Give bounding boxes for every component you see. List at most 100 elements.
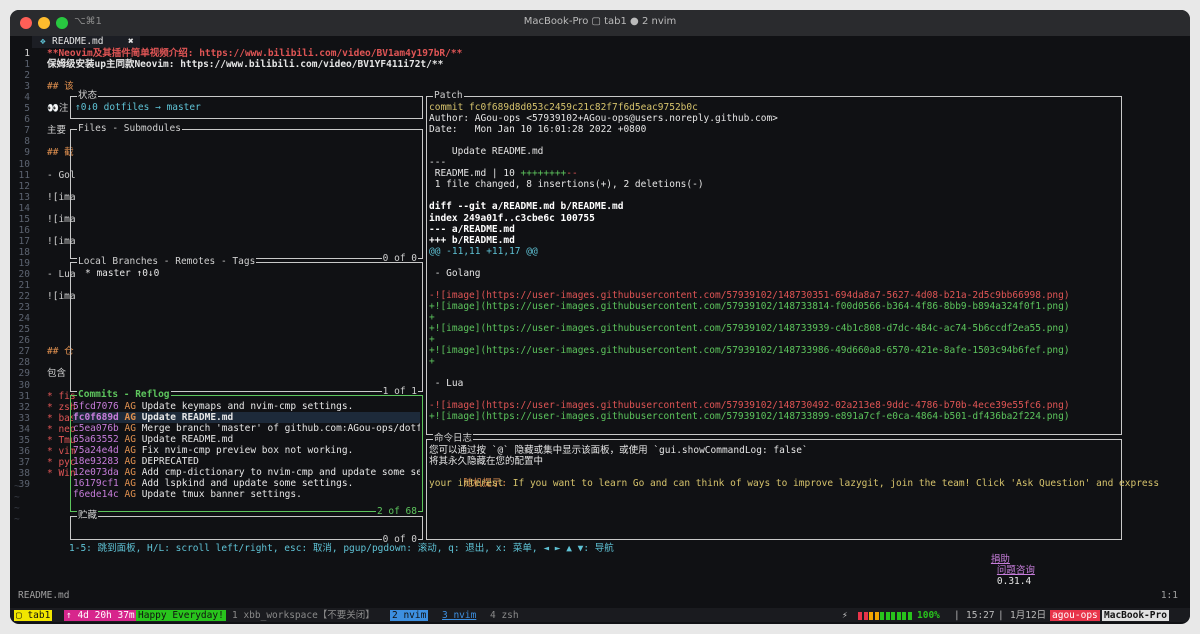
line-number: 30 <box>18 379 30 391</box>
battery-percent: 100% <box>917 610 940 621</box>
patch-line: + <box>429 334 435 346</box>
line-number: 38 <box>18 467 30 479</box>
tmux-window-4[interactable]: 4 zsh <box>488 610 521 621</box>
ask-question-link[interactable]: 问题咨询 <box>997 565 1035 576</box>
keybinding-help: 1-5: 跳到面板, H/L: scroll left/right, esc: … <box>69 543 614 554</box>
nvim-statusline: README.md 1:1 <box>10 590 1190 602</box>
battery-segment <box>858 612 862 620</box>
commit-row[interactable]: 16179cf1 AG Add lspkind and update some … <box>73 478 420 489</box>
tmux-window-3[interactable]: 3 nvim <box>440 610 478 621</box>
terminal-window: ⌥⌘1 MacBook-Pro ▢ tab1 ● 2 nvim ❖ README… <box>10 10 1190 624</box>
commit-message: Add lspkind and update some settings. <box>141 478 354 489</box>
buffer-line: 主要 <box>47 125 67 137</box>
patch-line: +![image](https://user-images.githubuser… <box>429 411 1070 423</box>
line-number: 16 <box>18 224 30 236</box>
commits-panel[interactable]: Commits - Reflog 5fcd7076 AG Update keym… <box>70 389 423 517</box>
panel-title: 状态 <box>77 90 99 101</box>
command-log-panel[interactable]: 命令日志 您可以通过按 `@` 隐藏或集中显示该面板，或使用 `gui.show… <box>426 433 1159 540</box>
patch-line: diff --git a/README.md b/README.md <box>429 201 624 213</box>
patch-content: commit fc0f689d8d053c2459c21c82f7f6d5eac… <box>429 102 1119 432</box>
statusline-file: README.md <box>18 590 70 601</box>
stash-panel[interactable]: 贮藏 0 of 0 <box>70 510 423 545</box>
line-number: 36 <box>18 445 30 457</box>
line-number: 23 <box>18 302 30 314</box>
battery-segment <box>896 612 901 620</box>
cursor-position: 1:1 <box>1160 590 1178 601</box>
commit-row[interactable]: fc0f689d AG Update README.md <box>73 412 420 423</box>
patch-line: @@ -11,11 +11,17 @@ <box>429 245 538 257</box>
commit-message: Fix nvim-cmp preview box not working. <box>141 445 354 456</box>
window-title: MacBook-Pro ▢ tab1 ● 2 nvim <box>523 16 677 27</box>
patch-line: commit fc0f689d8d053c2459c21c82f7f6d5eac… <box>429 102 698 113</box>
line-number: 34 <box>18 423 30 435</box>
commit-row[interactable]: 65a63552 AG Update README.md <box>73 434 420 445</box>
patch-line: + <box>429 311 435 323</box>
line-number: 1 <box>24 59 30 71</box>
line-number: 9 <box>24 147 30 159</box>
tmux-host: MacBook-Pro <box>1102 610 1169 621</box>
tmux-window-1[interactable]: 1 xbb_workspace【不要关闭】 <box>230 610 377 621</box>
buffer-line: 包含 <box>47 368 67 380</box>
commit-row[interactable]: 5fcd7076 AG Update keymaps and nvim-cmp … <box>73 401 420 412</box>
tmux-session[interactable]: ▢ tab1 <box>14 610 53 621</box>
branch-item[interactable]: * master ↑0↓0 <box>85 268 159 279</box>
commit-row[interactable]: 12e073da AG Add cmp-dictionary to nvim-c… <box>73 467 420 478</box>
random-tip-text: If you want to learn Go and can think of… <box>507 478 1160 489</box>
buffer-line: **Neovim及其插件简单视频介绍: https://www.bilibili… <box>47 48 463 59</box>
tmux-window-2[interactable]: 2 nvim <box>390 610 429 621</box>
patch-line: --- <box>429 157 447 169</box>
commit-row[interactable]: f6ede14c AG Update tmux banner settings. <box>73 489 420 500</box>
line-number: 17 <box>18 235 30 247</box>
line-number: 20 <box>18 269 30 280</box>
nvim-tab-readme[interactable]: ❖ README.md ✖ <box>32 36 140 48</box>
commit-list[interactable]: 5fcd7076 AG Update keymaps and nvim-cmp … <box>73 401 420 511</box>
status-panel[interactable]: 状态 ↑0↓0 dotfiles → master <box>70 90 423 119</box>
files-panel[interactable]: Files - Submodules 0 of 0 <box>70 123 423 264</box>
commit-hash: 12e073da <box>73 467 119 478</box>
branches-panel[interactable]: Local Branches - Remotes - Tags * master… <box>70 256 423 397</box>
tmux-greeting: Happy Everyday! <box>136 610 226 621</box>
patch-panel[interactable]: Patch commit fc0f689d8d053c2459c21c82f7f… <box>426 90 1122 435</box>
line-number: 3 <box>24 81 30 93</box>
commit-hash: 18e93283 <box>73 456 119 467</box>
donate-link[interactable]: 捐助 <box>991 554 1010 565</box>
lazygit-version: 0.31.4 <box>996 576 1032 587</box>
line-number: 22 <box>18 291 30 303</box>
tmux-time: 15:27 <box>966 610 995 621</box>
commit-message: Merge branch 'master' of github.com:AGou… <box>141 423 420 434</box>
battery-segment <box>891 612 895 620</box>
commit-author: AG <box>124 401 136 412</box>
command-log-line: 将其永久隐藏在您的配置中 <box>429 456 544 467</box>
title-bar: ⌥⌘1 MacBook-Pro ▢ tab1 ● 2 nvim <box>10 10 1190 36</box>
line-number: 33 <box>18 412 30 424</box>
line-number: 13 <box>18 191 30 203</box>
buffer-line: 👀注 <box>47 103 69 115</box>
line-number: 26 <box>18 335 30 347</box>
commit-author: AG <box>124 423 136 434</box>
commit-hash: 65a63552 <box>73 434 119 445</box>
patch-line: index 249a01f..c3cbe6c 100755 <box>429 212 595 224</box>
patch-line: + <box>429 356 435 368</box>
patch-line: +![image](https://user-images.githubuser… <box>429 323 1070 334</box>
commit-message: Update keymaps and nvim-cmp settings. <box>141 401 354 412</box>
line-number: 1 <box>24 48 30 59</box>
commit-author: AG <box>124 456 136 467</box>
commit-hash: fc0f689d <box>73 412 119 423</box>
line-number: 12 <box>18 180 30 192</box>
close-icon[interactable]: ✖ <box>128 36 134 47</box>
commit-row[interactable]: c5ea076b AG Merge branch 'master' of git… <box>73 423 420 434</box>
commit-row[interactable]: 75a24e4d AG Fix nvim-cmp preview box not… <box>73 445 420 456</box>
patch-line: Author: AGou-ops <57939102+AGou-ops@user… <box>429 113 778 125</box>
line-number: 19 <box>18 257 30 269</box>
line-number: 32 <box>18 401 30 413</box>
patch-line: - Lua <box>429 378 464 390</box>
line-number: 21 <box>18 280 30 292</box>
line-number: 2 <box>24 70 30 82</box>
line-number: 11 <box>18 169 30 181</box>
command-log-line: 您可以通过按 `@` 隐藏或集中显示该面板，或使用 `gui.showComma… <box>429 445 808 456</box>
commit-message: Update README.md <box>141 412 234 423</box>
battery-segment <box>902 612 906 620</box>
commit-author: AG <box>124 434 136 445</box>
panel-title: 贮藏 <box>77 510 99 521</box>
commit-row[interactable]: 18e93283 AG DEPRECATED <box>73 456 420 467</box>
